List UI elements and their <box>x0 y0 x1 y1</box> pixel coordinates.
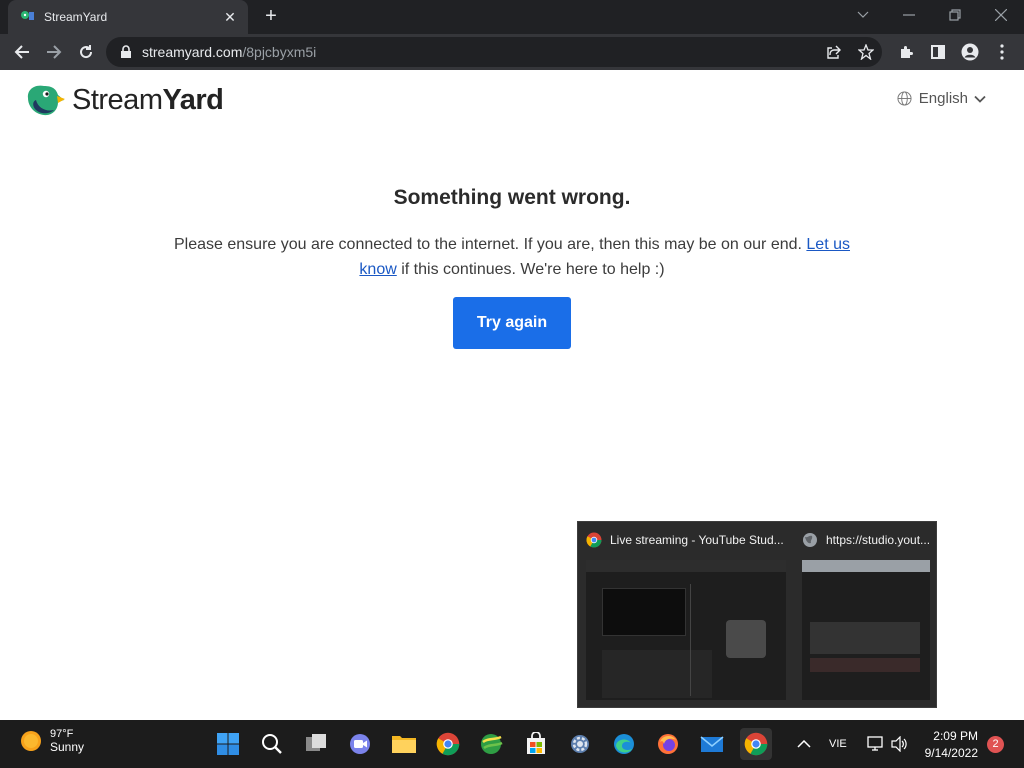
restore-button[interactable] <box>932 0 978 30</box>
preview-title-2: https://studio.yout... <box>826 533 931 547</box>
language-selector[interactable]: English <box>897 90 986 107</box>
chevron-up-icon <box>797 740 811 748</box>
preview-window-1[interactable]: Live streaming - YouTube Stud... <box>578 522 794 709</box>
mail-button[interactable] <box>696 728 728 760</box>
minimize-icon <box>903 14 915 16</box>
weather-condition: Sunny <box>50 740 85 754</box>
url-path: /8pjcbyxm5i <box>242 44 317 60</box>
preview-window-2[interactable]: https://studio.yout... <box>794 522 938 709</box>
browser-menu-button[interactable] <box>988 38 1016 66</box>
chevron-down-icon <box>857 11 869 18</box>
chrome-taskbar-button[interactable] <box>432 728 464 760</box>
close-window-button[interactable] <box>978 0 1024 30</box>
arrow-right-icon <box>47 45 62 59</box>
microsoft-store-button[interactable] <box>520 728 552 760</box>
volume-icon <box>891 736 907 752</box>
firefox-icon <box>658 734 678 754</box>
arrow-left-icon <box>14 45 29 59</box>
task-view-button[interactable] <box>300 728 332 760</box>
share-icon[interactable] <box>826 44 842 60</box>
weather-widget[interactable]: 97°F Sunny <box>20 728 84 754</box>
chevron-down-icon <box>974 95 986 103</box>
lock-icon <box>121 45 131 58</box>
settings-button[interactable] <box>564 728 596 760</box>
new-tab-button[interactable]: + <box>259 5 283 29</box>
tab-strip: StreamYard ✕ + <box>0 0 1024 34</box>
file-explorer-button[interactable] <box>388 728 420 760</box>
chat-icon <box>350 734 370 754</box>
minimize-button[interactable] <box>886 0 932 30</box>
taskbar: 97°F Sunny VIE 2:09 PM 9/14/2022 2 <box>0 720 1024 768</box>
more-vert-icon <box>1000 44 1004 60</box>
firefox-button[interactable] <box>652 728 684 760</box>
store-icon <box>527 732 545 754</box>
input-language-indicator[interactable]: VIE <box>829 738 847 750</box>
globe-icon <box>897 91 912 106</box>
tab-search-button[interactable] <box>840 0 886 30</box>
globe-download-icon <box>481 734 503 754</box>
mail-icon <box>700 736 724 752</box>
error-title: Something went wrong. <box>393 186 631 209</box>
close-icon <box>995 9 1007 21</box>
clock-time: 2:09 PM <box>933 729 978 743</box>
volume-button[interactable] <box>884 728 916 760</box>
browser-window: StreamYard ✕ + streamyard.com/8pjcbyxm5i… <box>0 0 1024 720</box>
network-icon <box>867 736 883 751</box>
tab-close-icon[interactable]: ✕ <box>222 9 238 26</box>
chrome-icon <box>436 732 460 756</box>
streamyard-logo[interactable]: StreamYard <box>24 82 224 118</box>
streamyard-favicon-icon <box>21 11 34 20</box>
clock[interactable]: 2:09 PM 9/14/2022 <box>925 728 978 762</box>
address-bar[interactable]: streamyard.com/8pjcbyxm5i <box>106 37 882 67</box>
start-button[interactable] <box>212 728 244 760</box>
tab-title: StreamYard <box>44 10 108 24</box>
language-label: English <box>918 90 968 107</box>
duck-logo-icon <box>27 85 65 116</box>
url-host: streamyard.com <box>142 44 243 60</box>
forward-button[interactable] <box>40 38 68 66</box>
taskbar-preview-popup: Live streaming - YouTube Stud... https:/… <box>577 521 937 708</box>
search-icon <box>262 734 282 754</box>
tab-streamyard[interactable]: StreamYard ✕ <box>8 0 248 34</box>
task-view-icon <box>306 734 326 751</box>
sun-icon <box>21 731 41 751</box>
logo-wordmark: StreamYard <box>72 83 224 116</box>
windows-start-icon <box>217 733 239 755</box>
chrome-icon <box>744 732 768 756</box>
show-hidden-icons-button[interactable] <box>788 728 820 760</box>
try-again-button[interactable]: Try again <box>453 297 571 349</box>
download-manager-button[interactable] <box>476 728 508 760</box>
taskbar-search[interactable] <box>256 728 288 760</box>
gear-icon <box>571 735 589 753</box>
preview-thumbnail-2 <box>802 560 930 700</box>
error-message: Please ensure you are connected to the i… <box>174 236 850 278</box>
edge-icon <box>614 734 634 754</box>
teams-chat-button[interactable] <box>344 728 376 760</box>
chrome-active-button[interactable] <box>740 728 772 760</box>
profile-button[interactable] <box>956 38 984 66</box>
edge-button[interactable] <box>608 728 640 760</box>
back-button[interactable] <box>8 38 36 66</box>
preview-thumbnail-1 <box>586 560 786 700</box>
reload-button[interactable] <box>72 38 100 66</box>
weather-temp: 97°F <box>50 728 74 740</box>
folder-icon <box>392 736 416 753</box>
globe-icon <box>803 533 817 547</box>
reload-icon <box>80 45 93 59</box>
side-panel-button[interactable] <box>924 38 952 66</box>
preview-title-1: Live streaming - YouTube Stud... <box>610 533 784 547</box>
extensions-button[interactable] <box>892 38 920 66</box>
chrome-icon <box>586 532 602 548</box>
browser-toolbar: streamyard.com/8pjcbyxm5i <box>0 34 1024 70</box>
notification-badge[interactable]: 2 <box>987 736 1004 753</box>
clock-date: 9/14/2022 <box>924 746 978 760</box>
side-panel-icon <box>931 45 945 59</box>
profile-icon <box>961 43 979 61</box>
restore-icon <box>949 9 961 21</box>
bookmark-star-icon[interactable] <box>858 44 874 60</box>
puzzle-icon <box>901 46 913 58</box>
